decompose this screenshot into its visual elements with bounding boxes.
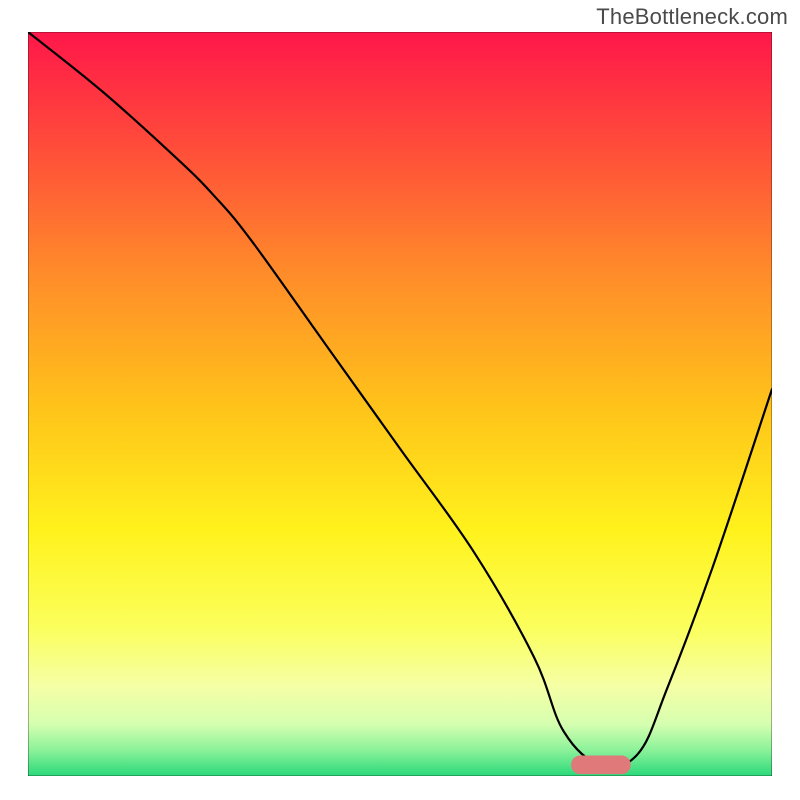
gradient-background bbox=[28, 32, 772, 776]
chart-container: TheBottleneck.com bbox=[0, 0, 800, 800]
watermark-text: TheBottleneck.com bbox=[596, 4, 788, 30]
chart-svg bbox=[28, 32, 772, 776]
plot-area bbox=[28, 32, 772, 776]
optimal-marker bbox=[571, 756, 631, 775]
